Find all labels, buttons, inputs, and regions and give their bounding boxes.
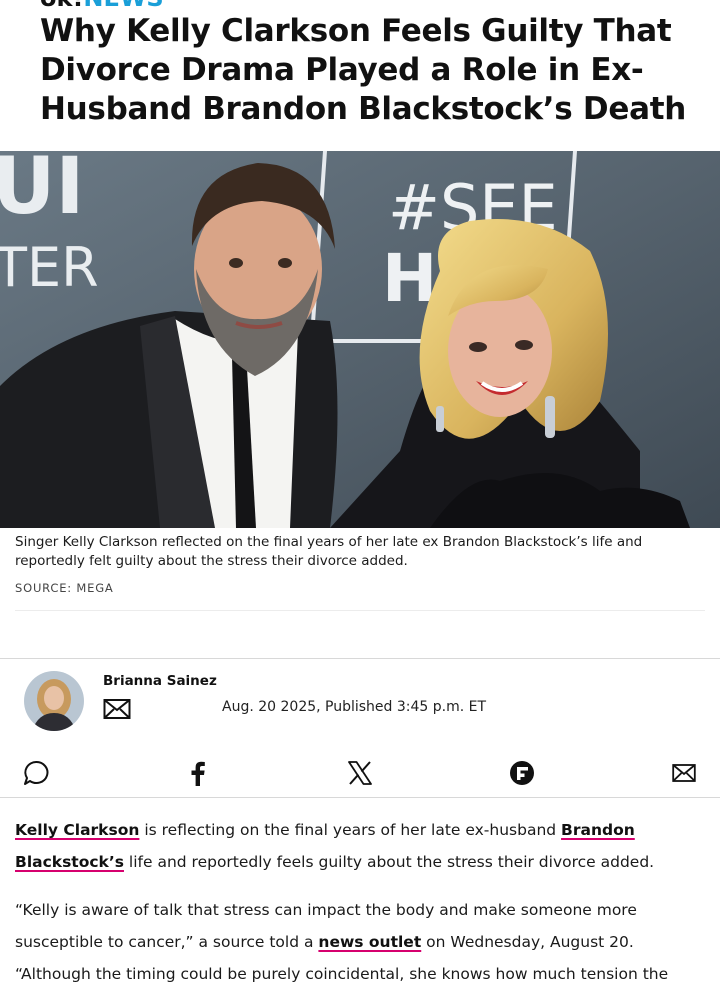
divider — [0, 658, 720, 659]
author-avatar[interactable] — [24, 671, 84, 731]
article-paragraph: “Kelly is aware of talk that stress can … — [15, 894, 705, 990]
link-news-outlet[interactable]: news outlet — [318, 933, 421, 951]
author-name[interactable]: Brianna Sainez — [103, 673, 217, 689]
site-logo-part2: NEWS — [83, 0, 163, 12]
paragraph-text: life and reportedly feels guilty about t… — [123, 853, 655, 871]
article-paragraph: Kelly Clarkson is reflecting on the fina… — [15, 814, 705, 878]
image-source: SOURCE: MEGA — [15, 581, 114, 595]
divider — [0, 797, 720, 798]
divider — [15, 610, 705, 611]
hero-image: UI TER #SEE HE — [0, 151, 720, 528]
site-logo-part1: ok! — [40, 0, 83, 12]
image-caption: Singer Kelly Clarkson reflected on the f… — [15, 534, 643, 569]
email-icon[interactable] — [670, 759, 698, 787]
author-email-icon[interactable] — [103, 698, 131, 720]
site-logo[interactable]: ok!NEWS — [40, 0, 164, 10]
backdrop-text-left-bottom: TER — [0, 236, 99, 299]
flipboard-icon[interactable] — [508, 759, 536, 787]
facebook-icon[interactable] — [184, 759, 212, 787]
link-kelly-clarkson[interactable]: Kelly Clarkson — [15, 821, 139, 839]
x-icon[interactable] — [346, 759, 374, 787]
backdrop-text-left-top: UI — [0, 151, 84, 232]
comment-icon[interactable] — [22, 759, 50, 787]
article-headline: Why Kelly Clarkson Feels Guilty That Div… — [40, 13, 686, 127]
paragraph-text: is reflecting on the final years of her … — [139, 821, 562, 839]
publish-date: Aug. 20 2025, Published 3:45 p.m. ET — [222, 699, 487, 715]
